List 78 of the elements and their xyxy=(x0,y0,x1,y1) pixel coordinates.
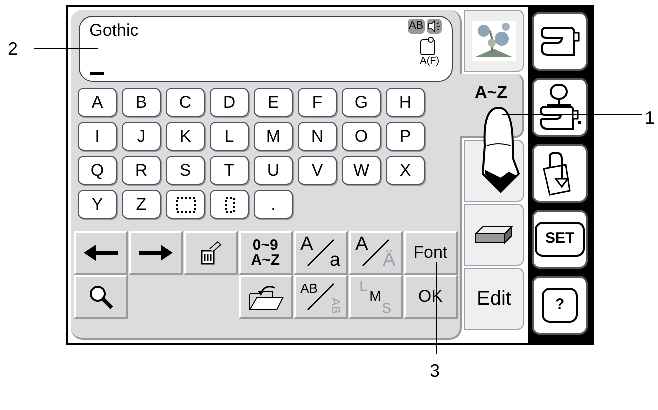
text-size-button[interactable]: L M S xyxy=(348,275,403,319)
right-arrow-button[interactable] xyxy=(128,231,183,275)
dotted-box-icon xyxy=(224,196,236,214)
letter-key[interactable]: Y xyxy=(78,190,117,219)
side-button[interactable]: SET xyxy=(532,210,588,269)
open-folder-button[interactable] xyxy=(238,275,293,319)
side-button[interactable] xyxy=(532,78,588,137)
frame-icon xyxy=(420,36,436,56)
side-button[interactable]: ? xyxy=(532,276,588,335)
key-label: M xyxy=(370,289,382,303)
letter-key[interactable]: H xyxy=(386,88,425,117)
key-label: S xyxy=(382,301,392,315)
case-toggle-button[interactable]: A a xyxy=(294,231,348,275)
callout-number: 2 xyxy=(8,38,18,61)
alphanumeric-button[interactable]: 0~9 A~Z xyxy=(238,231,293,275)
letter-key[interactable]: L xyxy=(210,122,249,151)
text-button[interactable]: Font xyxy=(404,231,458,275)
case-toggle-button[interactable]: AB AB xyxy=(294,275,348,319)
search-icon xyxy=(88,284,114,310)
mode-badge: AB xyxy=(408,19,425,34)
key-label: ? xyxy=(542,288,578,323)
letter-key[interactable]: X xyxy=(386,156,425,185)
callout-number: 3 xyxy=(430,360,440,383)
dotted-box-icon xyxy=(174,196,196,214)
callout-number: 1 xyxy=(645,107,656,130)
speaker-icon xyxy=(426,19,442,34)
key-label: Ä xyxy=(382,251,396,271)
key-label: AB xyxy=(300,280,318,298)
sewing-machine-icon xyxy=(538,24,582,58)
case-toggle-button[interactable]: A Ä xyxy=(348,231,403,275)
letter-key[interactable]: R xyxy=(122,156,161,185)
letter-key[interactable]: Z xyxy=(122,190,161,219)
delete-button[interactable] xyxy=(184,231,238,275)
letter-key[interactable]: V xyxy=(298,156,337,185)
letter-key[interactable]: S xyxy=(166,156,205,185)
letter-key[interactable]: W xyxy=(342,156,381,185)
tab[interactable] xyxy=(464,204,524,266)
key-label: A xyxy=(356,235,368,255)
letter-key[interactable]: U xyxy=(254,156,293,185)
side-button[interactable] xyxy=(532,12,588,71)
letter-key[interactable]: Q xyxy=(78,156,117,185)
letter-key[interactable]: O xyxy=(342,122,381,151)
letter-key[interactable]: D xyxy=(210,88,249,117)
size-label: A(F) xyxy=(420,56,440,68)
key-label: AB xyxy=(328,298,344,314)
space-key[interactable] xyxy=(210,190,249,219)
letter-key[interactable]: J xyxy=(122,122,161,151)
key-label: SET xyxy=(535,222,585,257)
left-arrow-button[interactable] xyxy=(74,231,128,275)
letter-key[interactable]: G xyxy=(342,88,381,117)
key-label: A xyxy=(300,235,314,255)
letter-key[interactable]: . xyxy=(254,190,293,219)
arrow-icon xyxy=(138,245,173,261)
letter-key[interactable]: E xyxy=(254,88,293,117)
arrow-icon xyxy=(84,245,118,261)
font-name: Gothic xyxy=(90,20,139,42)
key-label: a xyxy=(330,251,341,271)
embroidery-machine-icon xyxy=(537,82,584,132)
letter-key[interactable]: M xyxy=(254,122,293,151)
key-label: A~Z xyxy=(251,253,280,268)
letter-key[interactable]: N xyxy=(298,122,337,151)
space-key[interactable] xyxy=(166,190,205,219)
search-button[interactable] xyxy=(74,275,128,319)
block-icon xyxy=(475,226,514,244)
side-button[interactable] xyxy=(532,144,588,203)
letter-key[interactable]: B xyxy=(122,88,161,117)
tab[interactable]: Edit xyxy=(464,268,524,330)
letter-key[interactable]: A xyxy=(78,88,117,117)
key-label: 0~9 xyxy=(252,238,278,253)
text-cursor xyxy=(90,72,104,75)
letter-key[interactable]: K xyxy=(166,122,205,151)
letter-key[interactable]: F xyxy=(298,88,337,117)
letter-key[interactable]: C xyxy=(166,88,205,117)
key-label: L xyxy=(360,279,368,293)
letter-key[interactable]: I xyxy=(78,122,117,151)
pointing-finger-icon xyxy=(479,106,521,194)
letter-key[interactable]: P xyxy=(386,122,425,151)
letter-key[interactable]: T xyxy=(210,156,249,185)
